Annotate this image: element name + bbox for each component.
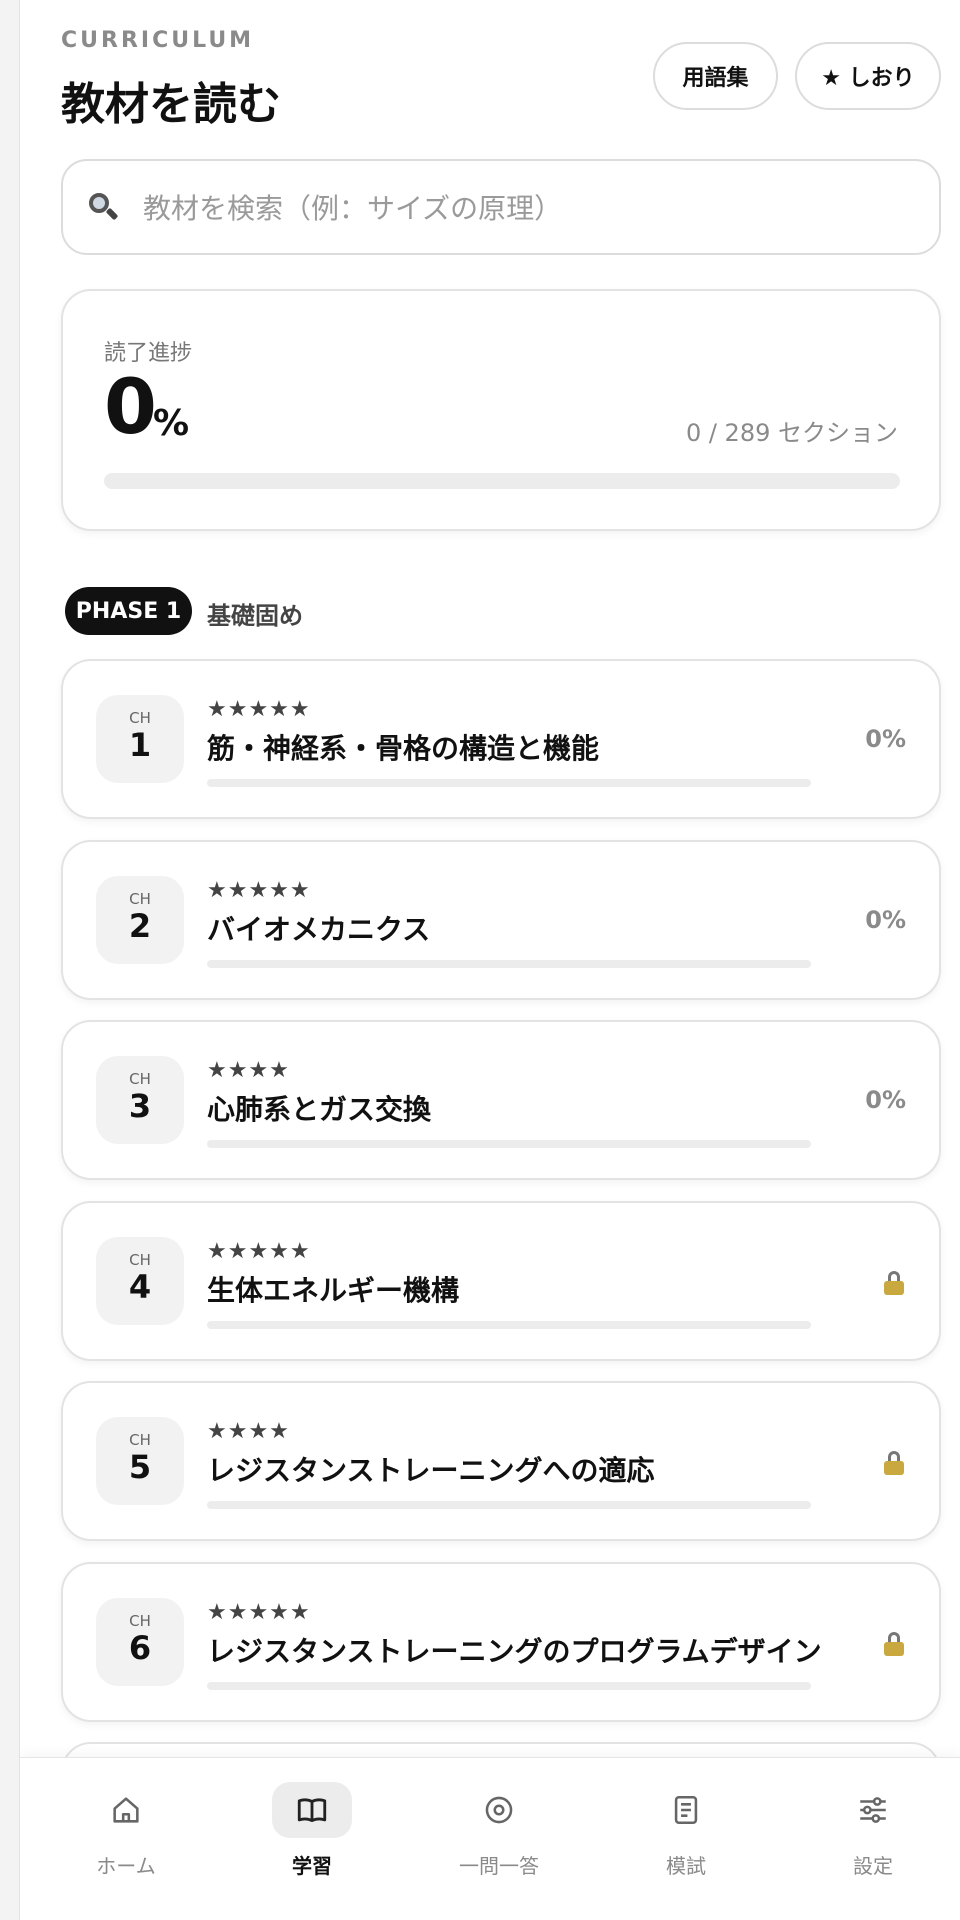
lock-icon [884,1632,904,1656]
glossary-button-label: 用語集 [682,66,749,91]
nav-label: 模試 [666,1854,706,1878]
chapter-progress-bar [207,1321,811,1329]
progress-bar [104,473,900,489]
bottom-nav: ホーム 学習 一問一答 模試 設定 [20,1757,960,1920]
phase-badge: PHASE 1 [65,587,192,635]
chapter-label: CH [129,890,151,908]
chapter-importance-stars: ★★★★★ [207,1600,311,1625]
lock-icon [884,1451,904,1475]
chapter-title: バイオメカニクス [207,913,431,946]
chapter-number: 3 [128,1087,152,1125]
chapter-label: CH [129,1612,151,1630]
lock-icon [884,1271,904,1295]
chapter-number-badge: CH 3 [96,1056,184,1144]
nav-item-home[interactable]: ホーム [56,1782,196,1882]
chapter-card[interactable]: CH 5 ★★★★ レジスタンストレーニングへの適応 [61,1381,941,1541]
chapter-number-badge: CH 1 [96,695,184,783]
chapter-label: CH [129,1431,151,1449]
chapter-importance-stars: ★★★★★ [207,697,311,722]
page-title: 教材を読む [61,79,281,130]
nav-label: 設定 [853,1854,893,1878]
chapter-progress-bar [207,779,811,787]
chapter-number: 2 [128,907,152,945]
nav-label: 学習 [292,1854,332,1878]
chapter-card[interactable]: CH 4 ★★★★★ 生体エネルギー機構 [61,1201,941,1361]
chapter-card[interactable]: CH 6 ★★★★★ レジスタンストレーニングのプログラムデザイン [61,1562,941,1722]
chapter-progress-bar [207,1501,811,1509]
chapter-importance-stars: ★★★★ [207,1419,290,1444]
chapter-card-partial[interactable] [61,1742,941,1757]
chapter-card[interactable]: CH 3 ★★★★ 心肺系とガス交換 0% [61,1020,941,1180]
chapter-title: 生体エネルギー機構 [207,1274,460,1307]
bookmark-button-label: ★ しおり [821,66,915,91]
progress-value: 0 [104,362,157,451]
chapter-importance-stars: ★★★★ [207,1058,290,1083]
nav-item-sliders[interactable]: 設定 [803,1782,943,1882]
nav-label: 一問一答 [459,1854,539,1878]
chapter-importance-stars: ★★★★★ [207,1239,311,1264]
nav-item-book[interactable]: 学習 [242,1782,382,1882]
chapter-percent: 0% [865,1086,906,1114]
book-icon [272,1782,352,1838]
nav-label: ホーム [96,1854,156,1878]
target-icon [459,1782,539,1838]
sliders-icon [833,1782,913,1838]
search-icon [87,191,119,223]
chapter-number: 4 [128,1268,152,1306]
app-screen: CURRICULUM 教材を読む 用語集 ★ しおり 教材を検索（例：サイズの原… [19,0,960,1920]
phase-title: 基礎固め [207,602,303,630]
reading-progress-card: 読了進捗 0 % 0 / 289 セクション [61,289,941,531]
search-input[interactable]: 教材を検索（例：サイズの原理） [61,159,941,255]
chapter-title: 筋・神経系・骨格の構造と機能 [207,732,600,765]
chapter-number: 1 [128,726,152,764]
nav-item-document[interactable]: 模試 [616,1782,756,1882]
glossary-button[interactable]: 用語集 [653,42,778,110]
chapter-number-badge: CH 2 [96,876,184,964]
chapter-percent: 0% [865,725,906,753]
chapter-number-badge: CH 6 [96,1598,184,1686]
chapter-title: レジスタンストレーニングへの適応 [207,1454,655,1487]
progress-unit: % [153,403,190,444]
bookmark-button[interactable]: ★ しおり [795,42,941,110]
search-placeholder: 教材を検索（例：サイズの原理） [143,192,563,225]
chapter-number: 6 [128,1629,152,1667]
chapter-label: CH [129,709,151,727]
home-icon [86,1782,166,1838]
chapter-number-badge: CH 4 [96,1237,184,1325]
chapter-card[interactable]: CH 2 ★★★★★ バイオメカニクス 0% [61,840,941,1000]
chapter-progress-bar [207,960,811,968]
chapter-title: レジスタンストレーニングのプログラムデザイン [207,1635,822,1668]
nav-item-target[interactable]: 一問一答 [429,1782,569,1882]
chapter-number: 5 [128,1448,152,1486]
chapter-progress-bar [207,1682,811,1690]
chapter-importance-stars: ★★★★★ [207,878,311,903]
chapter-percent: 0% [865,906,906,934]
chapter-progress-bar [207,1140,811,1148]
chapter-label: CH [129,1070,151,1088]
progress-count: 0 / 289 セクション [685,419,898,447]
chapter-card[interactable]: CH 1 ★★★★★ 筋・神経系・骨格の構造と機能 0% [61,659,941,819]
chapter-label: CH [129,1251,151,1269]
chapter-number-badge: CH 5 [96,1417,184,1505]
document-icon [646,1782,726,1838]
chapter-title: 心肺系とガス交換 [207,1093,432,1126]
section-eyebrow: CURRICULUM [61,28,255,53]
main-content: CURRICULUM 教材を読む 用語集 ★ しおり 教材を検索（例：サイズの原… [20,0,960,1757]
